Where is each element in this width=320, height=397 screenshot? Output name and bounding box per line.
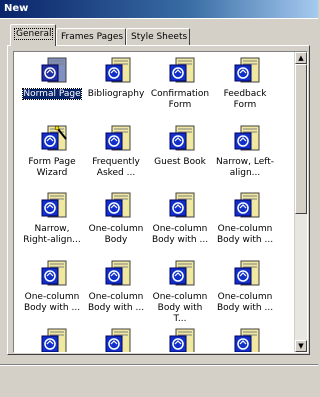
template-label: Bibliography	[87, 89, 145, 99]
vertical-scrollbar[interactable]: ▲ ▼	[294, 52, 307, 352]
page-template-icon	[233, 125, 261, 155]
page-template-icon	[104, 192, 132, 222]
tab-style-sheets-label: Style Sheets	[131, 32, 188, 42]
page-template-icon	[40, 192, 68, 222]
page-template-icon	[168, 260, 196, 290]
template-item[interactable]	[150, 325, 210, 352]
scroll-thumb[interactable]	[295, 64, 307, 214]
template-label: One-column Body with ...	[216, 224, 274, 245]
template-item[interactable]	[22, 325, 82, 352]
template-item[interactable]: Confirmation Form	[150, 54, 210, 116]
template-label: Feedback Form	[223, 89, 267, 110]
page-template-icon	[233, 260, 261, 290]
page-template-icon	[104, 328, 132, 352]
template-item[interactable]: Normal Page	[22, 54, 82, 116]
page-template-icon	[168, 192, 196, 222]
template-label: Guest Book	[154, 157, 206, 167]
template-list[interactable]: Normal Page Bibliography Confirmation Form…	[13, 51, 308, 353]
tab-style-sheets[interactable]: Style Sheets	[126, 28, 190, 45]
template-item[interactable]: Bibliography	[86, 54, 146, 116]
template-item[interactable]: One-column Body with ...	[22, 257, 82, 319]
page-template-icon	[40, 260, 68, 290]
template-item[interactable]: Guest Book	[150, 122, 210, 184]
tab-general[interactable]: General	[10, 24, 56, 46]
tab-strip: General Frames Pages Style Sheets	[0, 24, 318, 46]
template-label: Frequently Asked ...	[92, 157, 140, 178]
template-label: One-column Body	[88, 224, 144, 245]
template-label: Confirmation Form	[150, 89, 210, 110]
template-label: One-column Body with ...	[216, 292, 274, 313]
page-template-icon	[233, 328, 261, 352]
tab-panel-general: Normal Page Bibliography Confirmation Form…	[7, 45, 310, 355]
template-item[interactable]	[86, 325, 146, 352]
template-label: One-column Body with T...	[152, 292, 208, 324]
template-item[interactable]: One-column Body with T...	[150, 257, 210, 324]
template-label: Narrow, Right-align...	[23, 224, 81, 245]
page-template-icon	[168, 125, 196, 155]
page-template-icon	[40, 57, 68, 87]
title-bar: New	[0, 0, 318, 19]
template-item[interactable]: One-column Body	[86, 189, 146, 251]
template-label: Form Page Wizard	[28, 157, 76, 178]
tab-general-label: General	[13, 28, 54, 40]
scroll-up-button[interactable]: ▲	[295, 52, 307, 64]
divider-highlight	[0, 365, 318, 366]
scroll-down-button[interactable]: ▼	[295, 340, 307, 352]
page-template-icon	[104, 57, 132, 87]
template-label: One-column Body with ...	[87, 292, 145, 313]
tab-frames-pages-label: Frames Pages	[61, 32, 124, 42]
page-template-icon	[40, 328, 68, 352]
template-item[interactable]: Form Page Wizard	[22, 122, 82, 184]
template-item[interactable]: Frequently Asked ...	[86, 122, 146, 184]
template-item[interactable]: One-column Body with ...	[86, 257, 146, 319]
template-item[interactable]	[215, 325, 275, 352]
page-template-icon	[104, 260, 132, 290]
page-template-icon	[233, 57, 261, 87]
page-template-icon	[104, 125, 132, 155]
template-item[interactable]: One-column Body with ...	[215, 189, 275, 251]
template-item[interactable]: Feedback Form	[215, 54, 275, 116]
tab-frames-pages[interactable]: Frames Pages	[56, 28, 126, 45]
template-item[interactable]: Narrow, Right-align...	[22, 189, 82, 251]
wizard-page-icon	[40, 125, 68, 155]
template-label: One-column Body with ...	[23, 292, 81, 313]
page-template-icon	[168, 328, 196, 352]
template-label: Narrow, Left-align...	[215, 157, 275, 178]
page-template-icon	[233, 192, 261, 222]
template-item[interactable]: One-column Body with ...	[215, 257, 275, 319]
template-label: Normal Page	[22, 88, 82, 100]
page-template-icon	[168, 57, 196, 87]
template-item[interactable]: One-column Body with ...	[150, 189, 210, 251]
template-item[interactable]: Narrow, Left-align...	[215, 122, 275, 184]
template-label: One-column Body with ...	[151, 224, 209, 245]
window-title: New	[4, 3, 29, 14]
